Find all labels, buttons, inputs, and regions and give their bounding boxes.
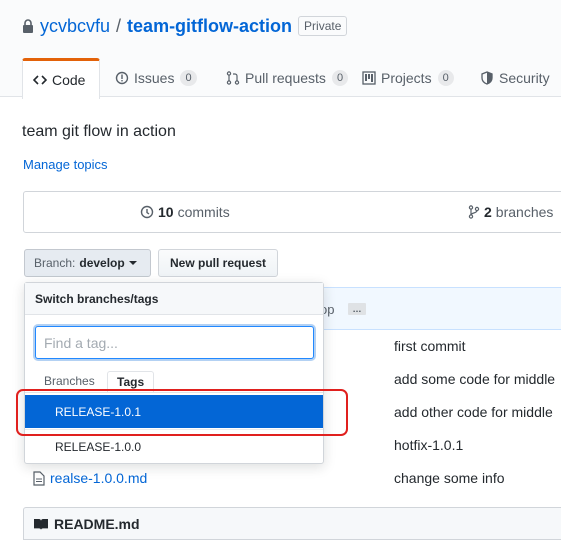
dropdown-filter-area — [25, 315, 323, 367]
commits-label: commits — [177, 204, 230, 220]
branches-label: branches — [495, 204, 554, 220]
file-commit-message[interactable]: change some info — [394, 470, 505, 486]
tab-code[interactable]: Code — [22, 58, 100, 99]
new-pull-request-button[interactable]: New pull request — [158, 249, 278, 277]
book-icon — [34, 519, 48, 530]
file-name-link[interactable]: realse-1.0.0.md — [50, 470, 147, 486]
readme-header: README.md — [23, 507, 561, 540]
tab-pull-requests[interactable]: Pull requests 0 — [216, 58, 358, 98]
branch-select-button[interactable]: Branch: develop — [24, 249, 151, 277]
tab-tags[interactable]: Tags — [107, 371, 155, 393]
private-badge: Private — [298, 16, 348, 36]
dropdown-item[interactable]: RELEASE-1.0.0 — [25, 429, 323, 462]
tab-security-label: Security — [499, 70, 550, 86]
tab-pull-requests-label: Pull requests — [245, 70, 326, 86]
branch-icon — [468, 205, 480, 219]
history-icon — [140, 205, 154, 219]
tab-projects[interactable]: Projects 0 — [352, 58, 464, 98]
dropdown-header: Switch branches/tags — [25, 283, 323, 315]
issue-icon — [115, 71, 129, 85]
tab-security[interactable]: Security — [470, 58, 560, 98]
tab-code-label: Code — [52, 72, 86, 88]
projects-counter: 0 — [437, 70, 454, 86]
file-commit-message[interactable]: hotfix-1.0.1 — [394, 437, 463, 453]
latest-commit-bar: op … — [320, 287, 561, 330]
repo-name-link[interactable]: team-gitflow-action — [127, 16, 292, 37]
issues-counter: 0 — [180, 70, 197, 86]
branch-tag-dropdown: Switch branches/tags Branches Tags RELEA… — [24, 282, 324, 464]
repo-stats-bar: 10 commits 2 branches — [23, 191, 561, 233]
lock-icon — [23, 19, 33, 33]
tab-issues[interactable]: Issues 0 — [105, 58, 207, 98]
commits-count: 10 — [158, 204, 174, 220]
repo-separator: / — [116, 15, 122, 36]
repo-description: team git flow in action — [22, 123, 176, 140]
branches-stat[interactable]: 2 branches — [468, 192, 553, 232]
file-icon — [33, 471, 45, 486]
file-row: realse-1.0.0.md change some info — [0, 462, 561, 495]
dropdown-item[interactable]: RELEASE-1.0.1 — [25, 395, 323, 428]
file-commit-message[interactable]: add some code for middle — [394, 371, 555, 387]
repo-owner-link[interactable]: ycvbcvfu — [40, 16, 110, 37]
branches-count: 2 — [484, 204, 492, 220]
branch-select-label: Branch: — [34, 256, 76, 270]
file-commit-message[interactable]: add other code for middle — [394, 404, 553, 420]
expand-commit-button[interactable]: … — [348, 303, 366, 315]
tab-branches[interactable]: Branches — [35, 371, 104, 393]
repo-title: ycvbcvfu / team-gitflow-action Private — [22, 14, 348, 38]
find-tag-input[interactable] — [35, 326, 314, 359]
project-icon — [362, 71, 376, 85]
file-commit-message[interactable]: first commit — [394, 338, 466, 354]
commits-stat[interactable]: 10 commits — [140, 192, 230, 232]
pull-request-icon — [226, 71, 240, 85]
tab-projects-label: Projects — [381, 70, 432, 86]
tab-issues-label: Issues — [134, 70, 175, 86]
repo-nav-tabs: Code Issues 0 Pull requests 0 Projects 0 — [22, 58, 561, 99]
branch-select-value: develop — [79, 256, 125, 270]
shield-icon — [481, 71, 493, 85]
caret-down-icon — [128, 261, 137, 265]
dropdown-tabs-divider — [25, 392, 323, 393]
manage-topics-link[interactable]: Manage topics — [23, 157, 108, 172]
readme-title: README.md — [54, 516, 140, 532]
code-icon — [33, 75, 47, 85]
pull-requests-counter: 0 — [331, 70, 349, 86]
